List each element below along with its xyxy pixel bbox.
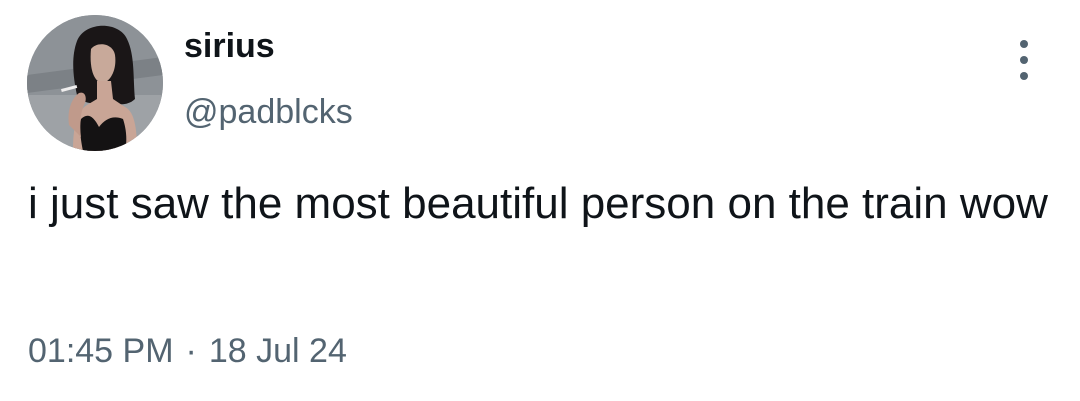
more-options-button[interactable] — [1004, 36, 1044, 84]
tweet-date: 18 Jul 24 — [208, 332, 347, 370]
user-handle[interactable]: @padblcks — [184, 92, 353, 132]
timestamp-separator: · — [185, 332, 197, 370]
more-vertical-icon-dot — [1020, 72, 1028, 80]
avatar[interactable] — [27, 15, 163, 151]
display-name[interactable]: sirius — [184, 26, 275, 66]
tweet-timestamp[interactable]: 01:45 PM · 18 Jul 24 — [28, 331, 347, 371]
tweet-text: i just saw the most beautiful person on … — [28, 179, 1048, 228]
avatar-photo — [27, 15, 163, 151]
tweet-time: 01:45 PM — [28, 332, 174, 370]
more-vertical-icon — [1020, 40, 1028, 48]
more-vertical-icon-dot — [1020, 56, 1028, 64]
